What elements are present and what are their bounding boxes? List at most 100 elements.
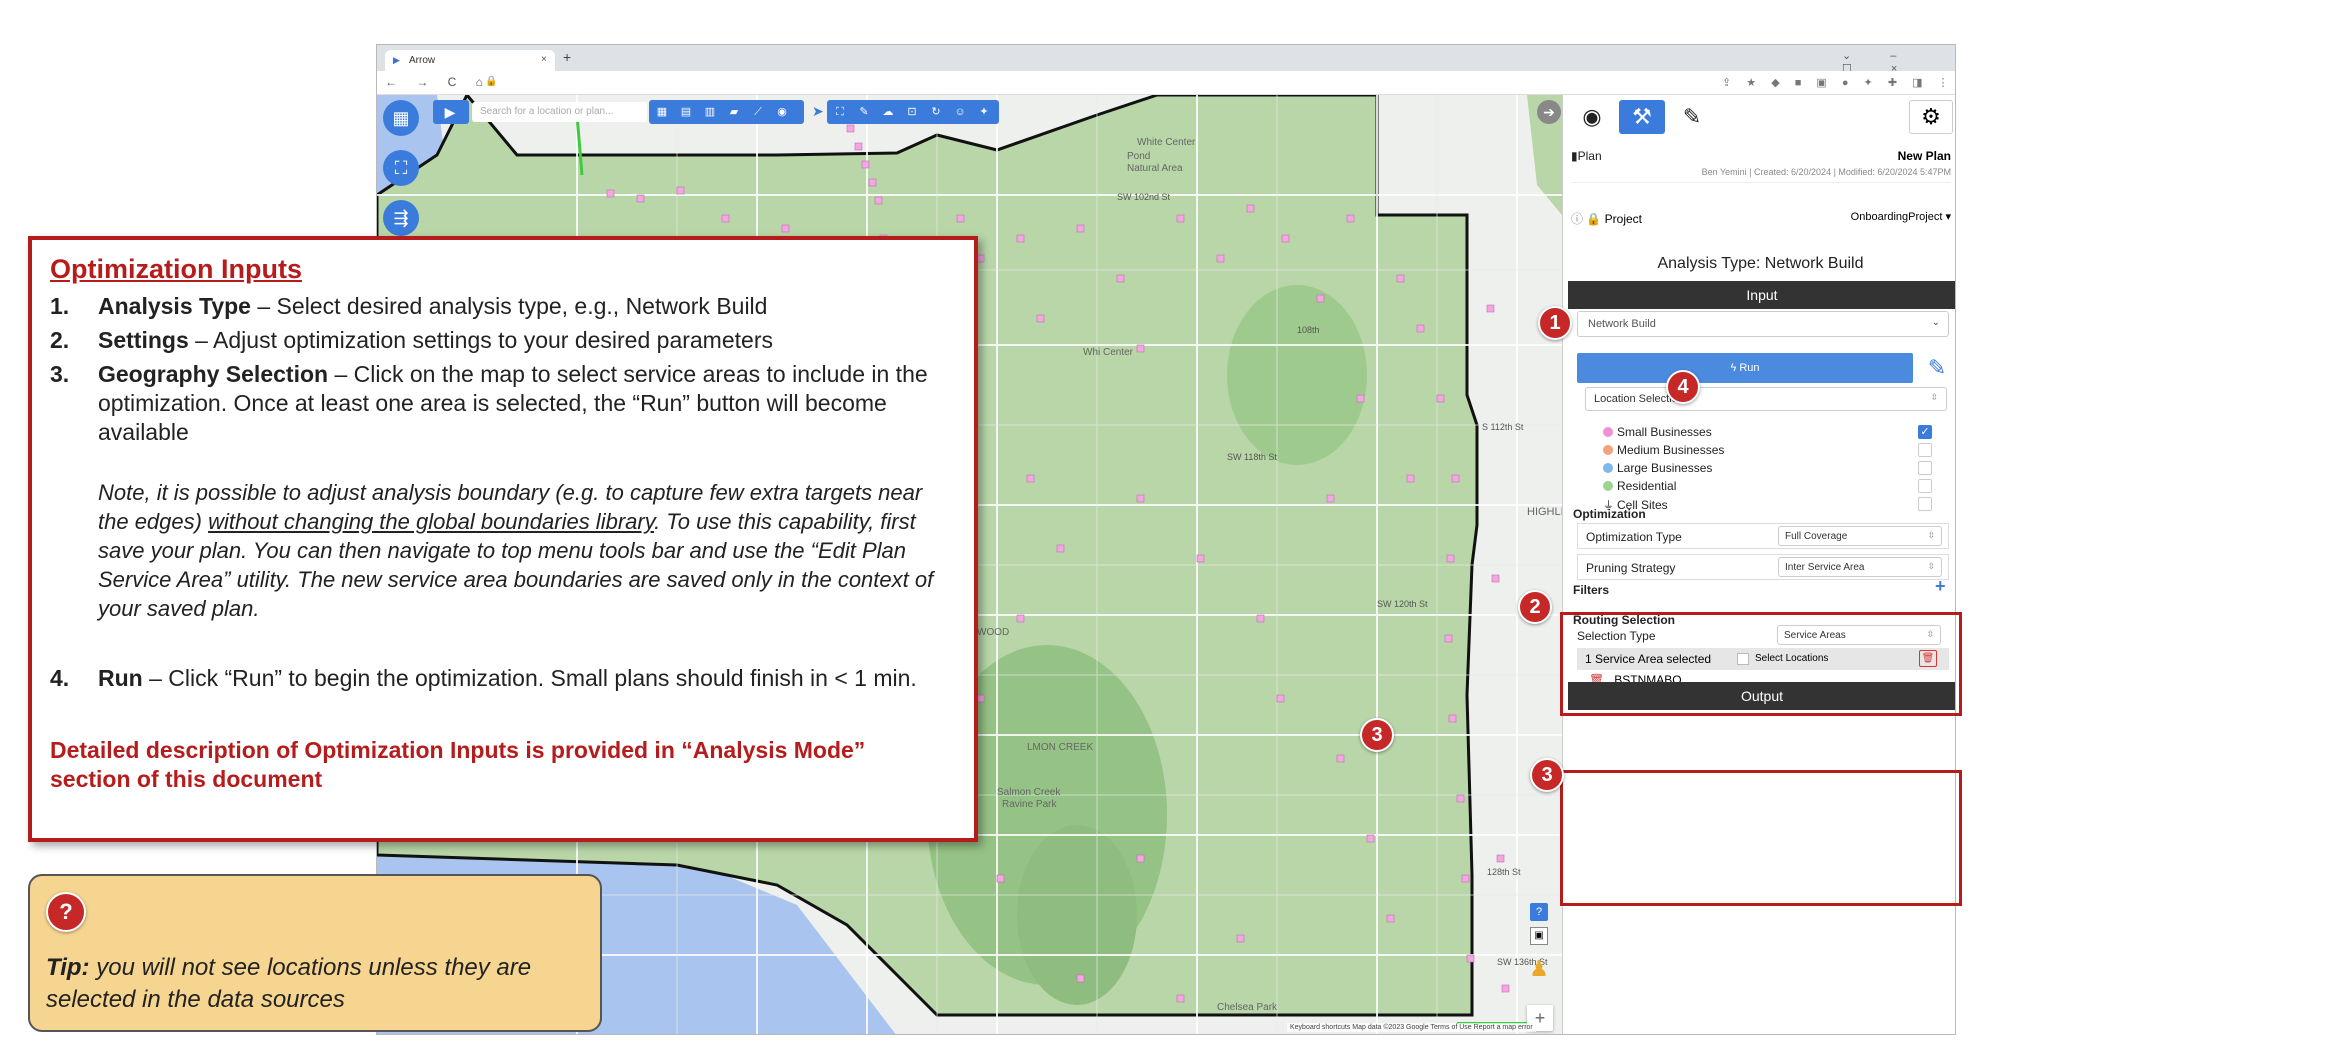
pointer-icon[interactable]: ➤ — [812, 103, 824, 120]
step-text: – Adjust optimization settings to your d… — [188, 327, 773, 353]
user-add-icon[interactable]: ☺ — [953, 105, 967, 119]
updown-chevron-icon: ⇳ — [1927, 561, 1935, 571]
ruler-icon[interactable]: ⟋ — [751, 105, 765, 119]
routing-highlight — [1560, 770, 1962, 906]
cell-sites-checkbox[interactable] — [1918, 497, 1932, 511]
tab-bar: ▶ Arrow × + ⌄ – ☐ × — [377, 45, 1955, 75]
step-4: 4. Run – Click “Run” to begin the optimi… — [50, 664, 980, 693]
park-area — [1227, 285, 1367, 465]
residential-checkbox[interactable] — [1918, 479, 1932, 493]
nav-buttons[interactable]: ← → C ⌂ — [385, 75, 491, 89]
map-layer-icon[interactable]: ▣ — [1530, 927, 1548, 945]
toolbar-group-data: ▦ ▤ ▥ ▰ ⟋ ◉ — [649, 100, 804, 124]
small-businesses-checkbox[interactable]: ✓ — [1918, 425, 1932, 439]
optimization-type-select[interactable]: Full Coverage ⇳ — [1778, 526, 1942, 546]
step-number: 2. — [50, 327, 70, 353]
input-bar[interactable]: Input — [1568, 281, 1955, 309]
optimization-type-label: Optimization Type — [1586, 530, 1682, 544]
new-tab-button[interactable]: + — [563, 49, 571, 65]
lock-icon[interactable]: 🔒 — [485, 76, 497, 87]
map-search-input[interactable]: Search for a location or plan... — [472, 102, 647, 122]
document-icon[interactable]: ▤ — [679, 105, 693, 119]
step-head: Analysis Type — [98, 293, 251, 319]
run-button[interactable]: ϟ Run — [1577, 353, 1913, 383]
pruning-strategy-select[interactable]: Inter Service Area ⇳ — [1778, 557, 1942, 577]
medium-businesses-checkbox[interactable] — [1918, 443, 1932, 457]
analysis-mode-hammer-icon[interactable]: ⚒ — [1619, 100, 1665, 134]
optimization-highlight — [1560, 612, 1962, 716]
refresh-icon[interactable]: ↻ — [929, 105, 943, 119]
project-dropdown[interactable]: OnboardingProject ▾ — [1851, 210, 1951, 223]
residential-icon — [1603, 481, 1613, 491]
arrow-logo-button[interactable]: ▶ — [433, 100, 469, 124]
folder-icon[interactable]: ▰ — [727, 105, 741, 119]
settings-gear-icon[interactable]: ⚙ — [1909, 100, 1953, 134]
step-2: 2. Settings – Adjust optimization settin… — [50, 326, 980, 355]
usb-icon[interactable]: ⇶ — [383, 200, 419, 236]
pencil-draw-icon[interactable]: ✎ — [857, 105, 871, 119]
map-label: White Center — [1137, 137, 1196, 148]
file-icon[interactable]: ▥ — [703, 105, 717, 119]
step-head: Geography Selection — [98, 361, 329, 387]
cloud-icon[interactable]: ☁ — [881, 105, 895, 119]
location-item: Residential — [1603, 479, 1676, 493]
address-bar: ← → C ⌂ 🔒 ⇪ ★ ◆ ■ ▣ ● ✦ ✚ ◨ ⋮ — [377, 71, 1955, 95]
map-label: SW 102nd St — [1117, 192, 1171, 202]
select-area-icon[interactable]: ⛶ — [833, 105, 847, 119]
optimization-inputs-callout: Optimization Inputs 1. Analysis Type – S… — [28, 236, 978, 842]
browser-tab[interactable]: ▶ Arrow × — [385, 50, 555, 71]
map-label: S 112th St — [1482, 422, 1524, 432]
buildings-icon[interactable]: ▦ — [383, 100, 419, 136]
tip-label: Tip: — [46, 954, 90, 981]
crop-icon[interactable]: ⊡ — [905, 105, 919, 119]
map-label: WOOD — [977, 627, 1009, 638]
help-button[interactable]: ? — [1530, 903, 1548, 921]
step-head: Settings — [98, 327, 189, 353]
updown-chevron-icon: ⇳ — [1930, 392, 1938, 402]
tip-body: you will not see locations unless they a… — [46, 954, 532, 1013]
project-label: ⓘ 🔒 Project — [1571, 210, 1642, 227]
analysis-type-select[interactable]: Network Build ⌄ — [1577, 311, 1949, 337]
map-label: 128th St — [1487, 867, 1521, 877]
map-label: Natural Area — [1127, 163, 1183, 174]
map-label: SW 118th St — [1227, 452, 1277, 462]
extension-icons[interactable]: ⇪ ★ ◆ ■ ▣ ● ✦ ✚ ◨ ⋮ — [1722, 76, 1955, 89]
tab-close-icon[interactable]: × — [541, 54, 547, 65]
boundary-note: Note, it is possible to adjust analysis … — [98, 478, 958, 623]
step-number: 4. — [50, 665, 70, 691]
arrow-logo-icon: ▶ — [444, 104, 456, 120]
add-filter-button[interactable]: + — [1935, 576, 1946, 597]
view-mode-eye-icon[interactable]: ◉ — [1569, 100, 1615, 134]
map-label: LMON CREEK — [1027, 742, 1093, 753]
optimization-type-value: Full Coverage — [1785, 531, 1848, 542]
map-label: Salmon Creek — [997, 787, 1061, 798]
toolbar-group-edit: ⛶ ✎ ☁ ⊡ ↻ ☺ ✦ — [827, 100, 999, 124]
info-icon: ⓘ — [1571, 212, 1584, 226]
plan-label: ▮Plan — [1571, 149, 1602, 163]
optimization-type-row: Optimization Type Full Coverage ⇳ — [1577, 523, 1949, 549]
pruning-strategy-value: Inter Service Area — [1785, 562, 1865, 573]
large-businesses-checkbox[interactable] — [1918, 461, 1932, 475]
small-business-icon — [1603, 427, 1613, 437]
location-selection-dropdown[interactable]: Location Selection ⇳ — [1585, 387, 1947, 411]
location-item: Small Businesses — [1603, 425, 1712, 439]
network-tree-icon[interactable]: ⛶ — [383, 150, 419, 186]
edit-plan-icon[interactable]: ✎ — [1923, 353, 1951, 383]
edit-mode-pencil-icon[interactable]: ✎ — [1669, 100, 1715, 134]
pegman-icon[interactable]: ♟ — [1527, 955, 1551, 983]
plan-name[interactable]: New Plan — [1898, 149, 1951, 163]
eye-icon[interactable]: ◉ — [775, 105, 789, 119]
lightning-icon: ϟ — [1730, 362, 1737, 374]
note-underlined: without changing the global boundaries l… — [208, 509, 655, 534]
grid-icon[interactable]: ▦ — [655, 105, 669, 119]
map-label: Whi Center — [1083, 347, 1134, 358]
location-label: Residential — [1617, 479, 1677, 493]
map-label: 108th — [1297, 325, 1320, 335]
collapse-panel-icon[interactable]: ➔ — [1537, 100, 1561, 124]
step-number: 3. — [50, 361, 70, 387]
map-label: Chelsea Park — [1217, 1002, 1278, 1013]
step-badge-1: 1 — [1538, 306, 1572, 340]
tool-icon[interactable]: ✦ — [977, 105, 991, 119]
step-number: 1. — [50, 293, 70, 319]
step-badge-4: 4 — [1666, 370, 1700, 404]
